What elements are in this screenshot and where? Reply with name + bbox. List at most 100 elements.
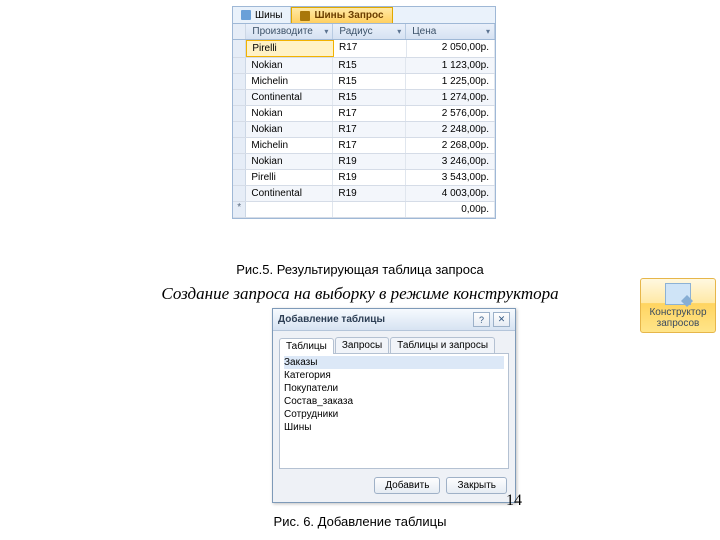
table-row[interactable]: NokianR151 123,00р. [233,58,495,74]
dlg-tab-both[interactable]: Таблицы и запросы [390,337,495,353]
help-button[interactable]: ? [473,312,490,327]
cell-radius[interactable]: R17 [333,122,406,137]
add-button[interactable]: Добавить [374,477,440,494]
cell-price[interactable]: 2 576,00р. [406,106,495,121]
table-row[interactable]: NokianR172 576,00р. [233,106,495,122]
figure5-caption: Рис.5. Результирующая таблица запроса [0,262,720,277]
cell-maker[interactable]: Nokian [246,122,333,137]
cell-maker[interactable]: Nokian [246,106,333,121]
dlg-tab-tables[interactable]: Таблицы [279,338,334,354]
col-label: Цена [412,26,436,37]
list-item[interactable]: Шины [284,421,504,434]
cell-radius[interactable]: R19 [333,186,406,201]
col-label: Производите [252,26,312,37]
cell-price[interactable]: 1 225,00р. [406,74,495,89]
col-maker[interactable]: Производите ▾ [246,24,333,39]
query-designer-icon [665,283,691,305]
cell-price[interactable]: 2 050,00р. [407,40,495,57]
row-selector[interactable] [233,186,246,201]
col-radius[interactable]: Радиус ▾ [333,24,406,39]
cell-radius[interactable]: R19 [333,154,406,169]
cell-price[interactable]: 1 274,00р. [406,90,495,105]
row-selector[interactable] [233,138,246,153]
cell-price[interactable]: 2 268,00р. [406,138,495,153]
cell-maker[interactable]: Continental [246,186,333,201]
list-item[interactable]: Категория [284,369,504,382]
page-number: 14 [506,492,522,510]
row-selector[interactable] [233,90,246,105]
row-selector[interactable] [233,122,246,137]
chevron-down-icon: ▾ [486,27,490,36]
row-selector[interactable] [233,154,246,169]
cell-maker[interactable] [246,202,333,217]
cell-radius[interactable]: R15 [333,74,406,89]
chevron-down-icon: ▾ [324,27,328,36]
list-item[interactable]: Сотрудники [284,408,504,421]
table-row[interactable]: PirelliR172 050,00р. [233,40,495,58]
col-label: Радиус [339,26,372,37]
cell-price[interactable]: 0,00р. [406,202,495,217]
list-item[interactable]: Заказы [284,356,504,369]
column-headers: Производите ▾ Радиус ▾ Цена ▾ [233,24,495,40]
cell-radius[interactable]: R17 [334,40,407,57]
help-icon: ? [479,315,484,325]
datasheet-icon [241,10,251,20]
row-selector[interactable] [233,106,246,121]
table-row[interactable]: MichelinR172 268,00р. [233,138,495,154]
row-selector[interactable] [233,40,246,57]
cell-radius[interactable]: R17 [333,106,406,121]
data-rows: PirelliR172 050,00р.NokianR151 123,00р.M… [233,40,495,218]
chevron-down-icon: ▾ [397,27,401,36]
table-tabstrip: Шины Шины Запрос [233,7,495,24]
close-icon: ✕ [498,314,506,325]
tab-tires-query[interactable]: Шины Запрос [291,7,392,23]
list-item[interactable]: Покупатели [284,382,504,395]
section-heading: Создание запроса на выборку в режиме кон… [0,284,720,304]
table-row[interactable]: NokianR193 246,00р. [233,154,495,170]
table-row[interactable]: NokianR172 248,00р. [233,122,495,138]
cell-price[interactable]: 3 543,00р. [406,170,495,185]
table-row[interactable]: ContinentalR151 274,00р. [233,90,495,106]
cell-maker[interactable]: Nokian [246,58,333,73]
dialog-tabs: Таблицы Запросы Таблицы и запросы [279,337,509,353]
tab-label: Шины Запрос [314,10,383,21]
row-selector[interactable] [233,170,246,185]
cell-maker[interactable]: Pirelli [246,40,334,57]
cell-radius[interactable]: R17 [333,138,406,153]
cell-radius[interactable] [333,202,406,217]
col-price[interactable]: Цена ▾ [406,24,495,39]
table-row[interactable]: ContinentalR194 003,00р. [233,186,495,202]
cell-price[interactable]: 4 003,00р. [406,186,495,201]
cell-price[interactable]: 3 246,00р. [406,154,495,169]
dialog-title: Добавление таблицы [278,314,385,325]
tab-tires[interactable]: Шины [233,7,291,23]
row-selector[interactable] [233,202,246,217]
dialog-buttons: Добавить Закрыть [273,469,515,502]
row-selector[interactable] [233,74,246,89]
dlg-tab-queries[interactable]: Запросы [335,337,389,353]
cell-radius[interactable]: R19 [333,170,406,185]
dialog-titlebar[interactable]: Добавление таблицы ? ✕ [273,309,515,331]
cell-radius[interactable]: R15 [333,58,406,73]
cell-price[interactable]: 1 123,00р. [406,58,495,73]
cell-radius[interactable]: R15 [333,90,406,105]
query-designer-button[interactable]: Конструктор запросов [640,278,716,333]
close-button2[interactable]: Закрыть [446,477,507,494]
close-button[interactable]: ✕ [493,312,510,327]
cell-maker[interactable]: Nokian [246,154,333,169]
row-selector[interactable] [233,58,246,73]
datasheet-icon [300,11,310,21]
query-result-table: Шины Шины Запрос Производите ▾ Радиус ▾ … [232,6,496,219]
cell-maker[interactable]: Michelin [246,138,333,153]
table-row[interactable]: PirelliR193 543,00р. [233,170,495,186]
cell-maker[interactable]: Pirelli [246,170,333,185]
list-item[interactable]: Состав_заказа [284,395,504,408]
dialog-listbox[interactable]: ЗаказыКатегорияПокупателиСостав_заказаСо… [279,353,509,469]
cell-price[interactable]: 2 248,00р. [406,122,495,137]
new-row[interactable]: 0,00р. [233,202,495,218]
cell-maker[interactable]: Michelin [246,74,333,89]
table-row[interactable]: MichelinR151 225,00р. [233,74,495,90]
row-selector-header [233,24,246,39]
ribbon-label-line2: запросов [643,318,713,329]
cell-maker[interactable]: Continental [246,90,333,105]
